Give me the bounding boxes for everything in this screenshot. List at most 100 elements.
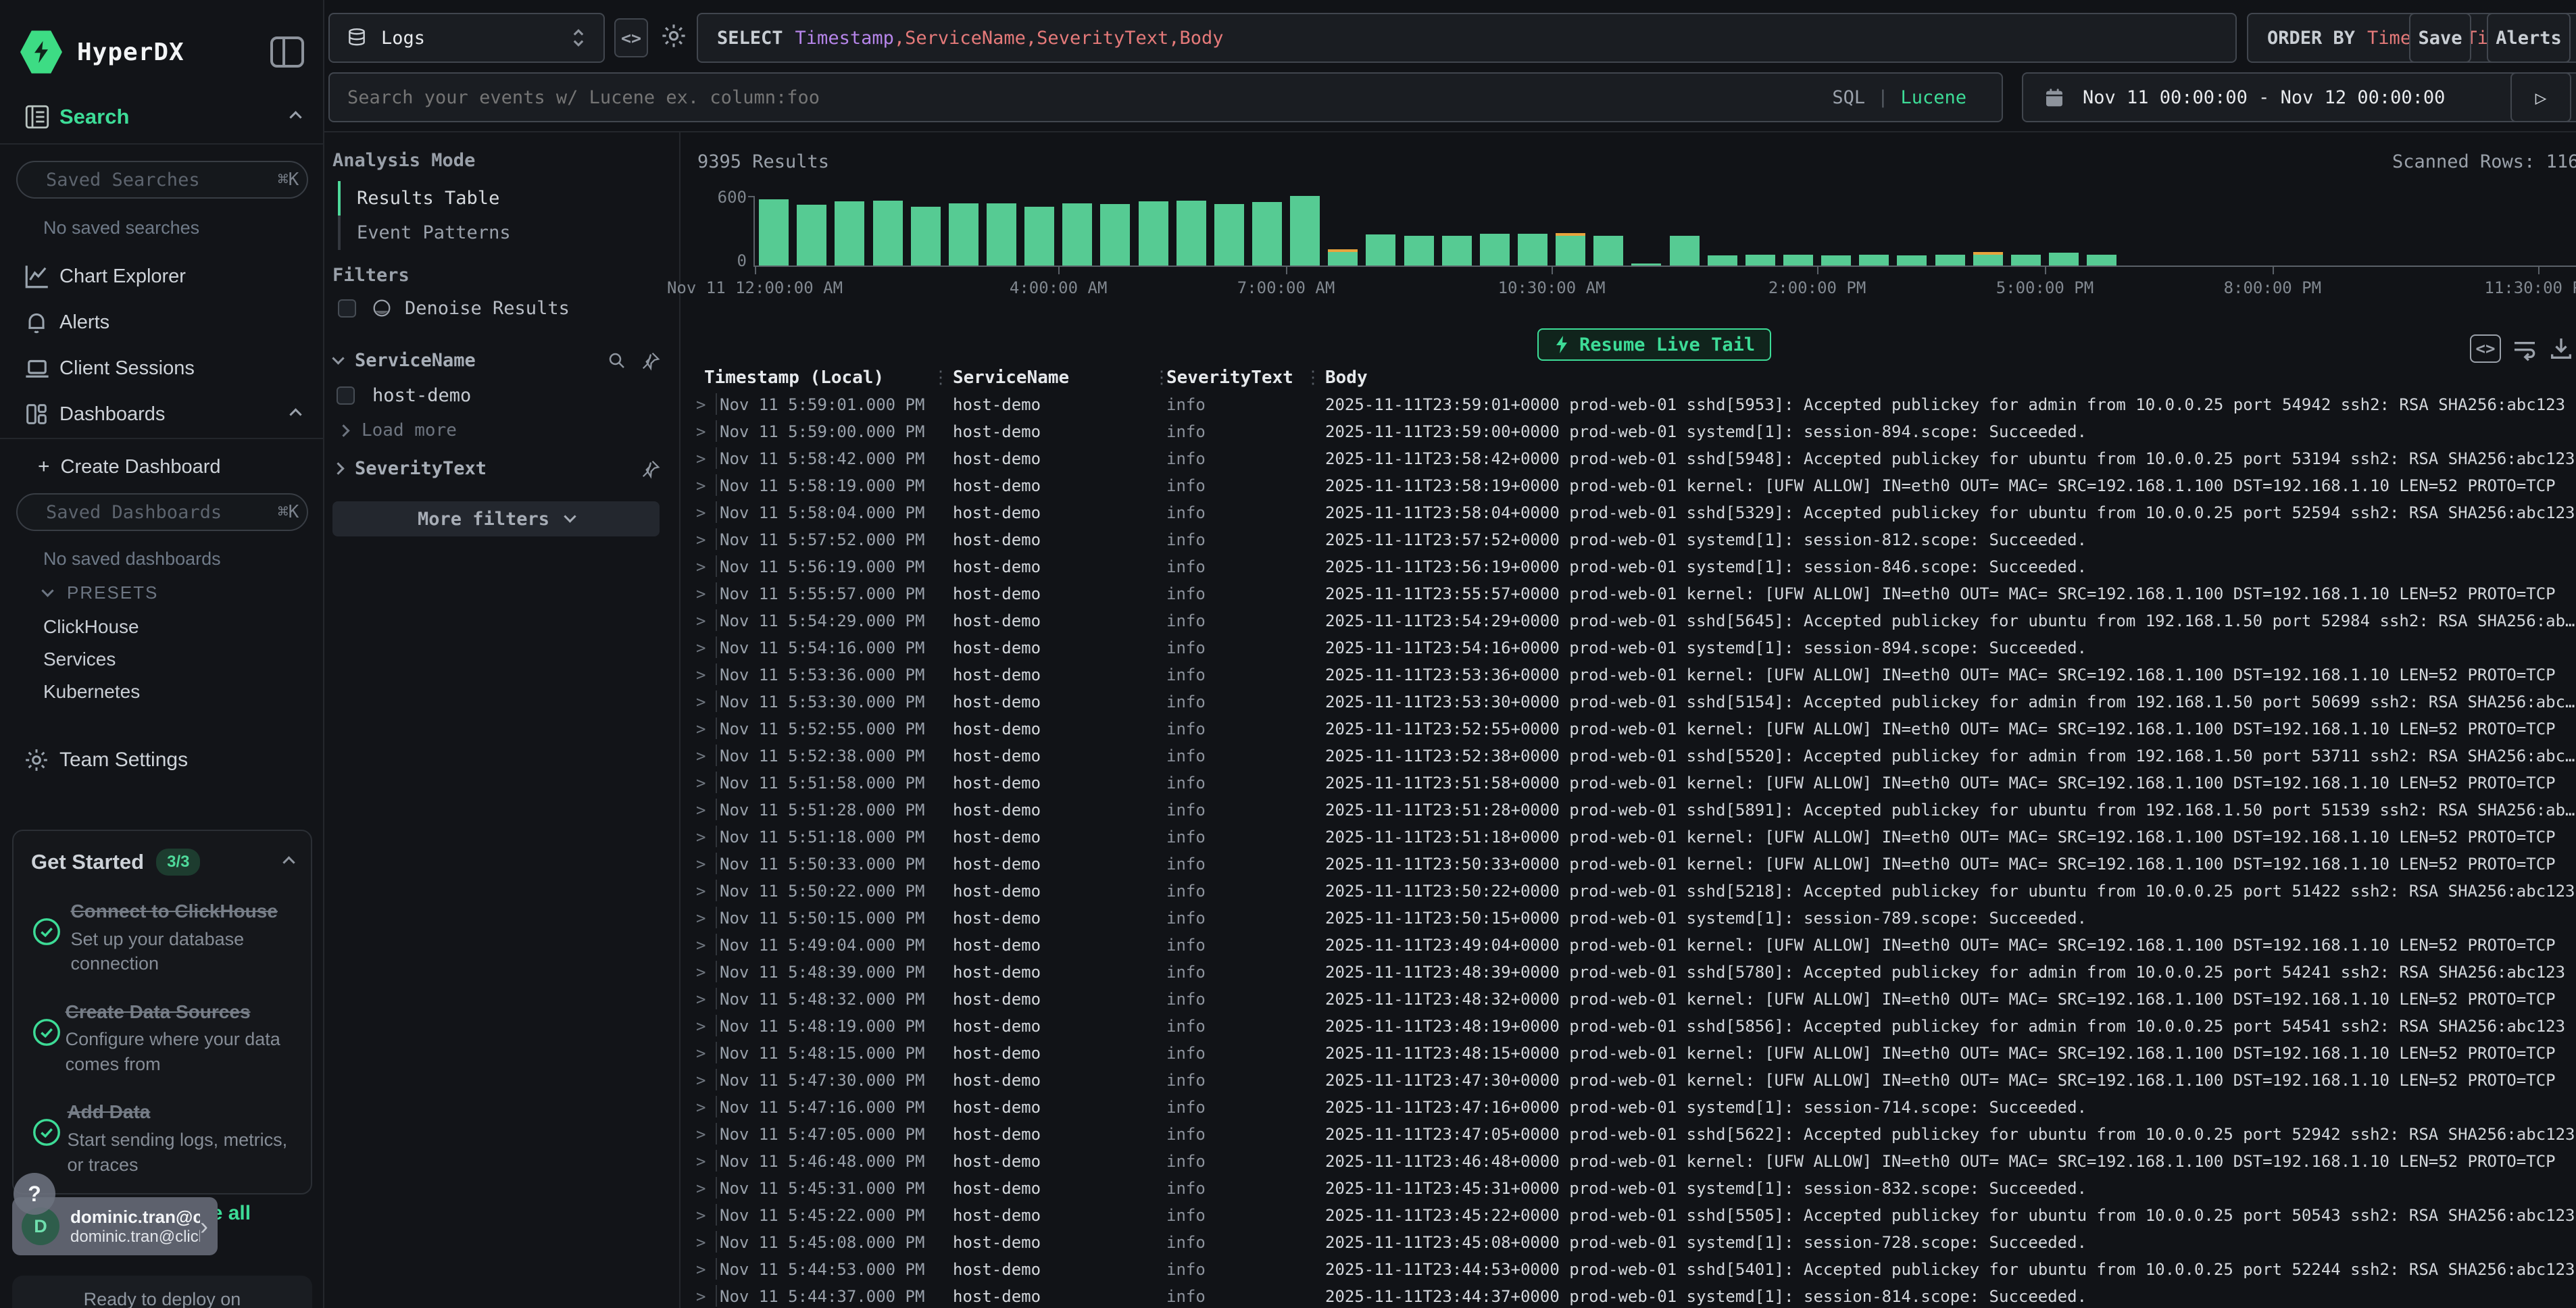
col-timestamp[interactable]: Timestamp (Local): [704, 368, 884, 388]
log-row[interactable]: >Nov 11 5:44:53.000 PMhost-demoinfo2025-…: [680, 1255, 2576, 1282]
histogram-bar[interactable]: [873, 201, 903, 266]
select-clause-input[interactable]: SELECT Timestamp ,ServiceName,SeverityTe…: [697, 13, 2237, 63]
chevron-up-icon[interactable]: [289, 408, 301, 420]
lucene-option[interactable]: Lucene: [1900, 87, 1966, 108]
histogram-bar[interactable]: [797, 205, 826, 266]
log-row[interactable]: >Nov 11 5:58:19.000 PMhost-demoinfo2025-…: [680, 472, 2576, 499]
expand-row-icon[interactable]: >: [696, 720, 705, 738]
log-row[interactable]: >Nov 11 5:44:37.000 PMhost-demoinfo2025-…: [680, 1282, 2576, 1308]
histogram-bar[interactable]: [2049, 253, 2079, 266]
expand-row-icon[interactable]: >: [696, 1125, 705, 1144]
event-search-bar[interactable]: SQL | Lucene: [328, 72, 2003, 122]
chevron-up-icon[interactable]: [289, 111, 301, 123]
col-servicename[interactable]: ServiceName: [953, 368, 1069, 388]
histogram-bar[interactable]: [1670, 236, 1700, 266]
denoise-checkbox[interactable]: [338, 299, 356, 318]
expand-row-icon[interactable]: >: [696, 1233, 705, 1252]
log-row[interactable]: >Nov 11 5:49:04.000 PMhost-demoinfo2025-…: [680, 931, 2576, 958]
histogram-bar[interactable]: [1442, 236, 1472, 266]
log-row[interactable]: >Nov 11 5:47:30.000 PMhost-demoinfo2025-…: [680, 1066, 2576, 1093]
log-row[interactable]: >Nov 11 5:46:48.000 PMhost-demoinfo2025-…: [680, 1147, 2576, 1174]
expand-row-icon[interactable]: >: [696, 747, 705, 765]
expand-row-icon[interactable]: >: [696, 1206, 705, 1225]
expand-row-icon[interactable]: >: [696, 828, 705, 847]
get-started-step[interactable]: Add Data Start sending logs, metrics, or…: [31, 1099, 293, 1177]
expand-row-icon[interactable]: >: [696, 855, 705, 874]
log-row[interactable]: >Nov 11 5:54:29.000 PMhost-demoinfo2025-…: [680, 607, 2576, 634]
log-row[interactable]: >Nov 11 5:59:00.000 PMhost-demoinfo2025-…: [680, 418, 2576, 445]
query-language-toggle[interactable]: SQL | Lucene: [1832, 87, 1984, 108]
histogram-bar[interactable]: [759, 199, 789, 266]
saved-dashboards-input[interactable]: [46, 502, 278, 523]
alerts-button[interactable]: Alerts: [2487, 13, 2571, 63]
expand-row-icon[interactable]: >: [696, 584, 705, 603]
log-row[interactable]: >Nov 11 5:57:52.000 PMhost-demoinfo2025-…: [680, 526, 2576, 553]
log-row[interactable]: >Nov 11 5:48:39.000 PMhost-demoinfo2025-…: [680, 958, 2576, 985]
histogram-bar[interactable]: [1859, 255, 1889, 266]
histogram-bar[interactable]: [949, 203, 979, 266]
denoise-row[interactable]: Denoise Results: [338, 297, 570, 319]
histogram-bar[interactable]: [1062, 203, 1092, 266]
histogram-bar-warning[interactable]: [1556, 233, 1585, 236]
expand-row-icon[interactable]: >: [696, 963, 705, 982]
log-row[interactable]: >Nov 11 5:59:01.000 PMhost-demoinfo2025-…: [680, 391, 2576, 418]
expand-row-icon[interactable]: >: [696, 1098, 705, 1117]
event-search-input[interactable]: [347, 87, 1832, 108]
histogram-bar[interactable]: [911, 207, 941, 266]
histogram-bar[interactable]: [1480, 234, 1510, 266]
histogram-bar[interactable]: [1631, 263, 1661, 266]
expand-row-icon[interactable]: >: [696, 882, 705, 901]
expand-row-icon[interactable]: >: [696, 1152, 705, 1171]
log-row[interactable]: >Nov 11 5:53:30.000 PMhost-demoinfo2025-…: [680, 688, 2576, 715]
preset-clickhouse[interactable]: ClickHouse: [43, 616, 139, 638]
sql-option[interactable]: SQL: [1832, 87, 1865, 108]
saved-searches-search[interactable]: ⌘K: [16, 161, 308, 199]
histogram-bar[interactable]: [1745, 255, 1775, 266]
raw-mode-button[interactable]: <>: [2470, 334, 2501, 363]
pin-icon[interactable]: [641, 351, 661, 371]
log-row[interactable]: >Nov 11 5:48:15.000 PMhost-demoinfo2025-…: [680, 1039, 2576, 1066]
expand-row-icon[interactable]: >: [696, 638, 705, 657]
expand-row-icon[interactable]: >: [696, 1287, 705, 1306]
mode-results-table[interactable]: Results Table: [338, 181, 622, 216]
log-row[interactable]: >Nov 11 5:51:58.000 PMhost-demoinfo2025-…: [680, 769, 2576, 796]
sidebar-collapse-icon[interactable]: [270, 36, 304, 68]
preset-services[interactable]: Services: [43, 649, 116, 670]
expand-row-icon[interactable]: >: [696, 990, 705, 1009]
presets-toggle[interactable]: PRESETS: [43, 582, 158, 603]
saved-dashboards-search[interactable]: ⌘K: [16, 493, 308, 531]
log-row[interactable]: >Nov 11 5:54:16.000 PMhost-demoinfo2025-…: [680, 634, 2576, 661]
log-row[interactable]: >Nov 11 5:56:19.000 PMhost-demoinfo2025-…: [680, 553, 2576, 580]
expand-row-icon[interactable]: >: [696, 665, 705, 684]
histogram-bar[interactable]: [1708, 255, 1737, 266]
expand-row-icon[interactable]: >: [696, 395, 705, 414]
log-row[interactable]: >Nov 11 5:52:38.000 PMhost-demoinfo2025-…: [680, 742, 2576, 769]
histogram-bar[interactable]: [1214, 204, 1244, 266]
histogram-bar[interactable]: [1556, 234, 1585, 266]
expand-row-icon[interactable]: >: [696, 503, 705, 522]
log-row[interactable]: >Nov 11 5:50:22.000 PMhost-demoinfo2025-…: [680, 877, 2576, 904]
more-filters-button[interactable]: More filters: [332, 501, 660, 536]
histogram-bar[interactable]: [1821, 255, 1851, 266]
save-button[interactable]: Save: [2409, 13, 2471, 63]
histogram-bar-warning[interactable]: [1973, 252, 2003, 255]
histogram-bar[interactable]: [2087, 255, 2116, 266]
expand-row-icon[interactable]: >: [696, 530, 705, 549]
filter-group-servicename[interactable]: ServiceName: [334, 350, 672, 371]
wrap-lines-button[interactable]: [2509, 334, 2540, 363]
log-row[interactable]: >Nov 11 5:47:16.000 PMhost-demoinfo2025-…: [680, 1093, 2576, 1120]
histogram-bar[interactable]: [1176, 201, 1206, 266]
histogram-bar[interactable]: [1328, 251, 1358, 266]
expand-row-icon[interactable]: >: [696, 1071, 705, 1090]
histogram-bar[interactable]: [1935, 255, 1965, 266]
log-row[interactable]: >Nov 11 5:55:57.000 PMhost-demoinfo2025-…: [680, 580, 2576, 607]
preset-kubernetes[interactable]: Kubernetes: [43, 681, 140, 703]
get-started-step[interactable]: Create Data Sources Configure where your…: [31, 999, 293, 1077]
log-row[interactable]: >Nov 11 5:48:19.000 PMhost-demoinfo2025-…: [680, 1012, 2576, 1039]
log-row[interactable]: >Nov 11 5:47:05.000 PMhost-demoinfo2025-…: [680, 1120, 2576, 1147]
expand-row-icon[interactable]: >: [696, 1044, 705, 1063]
log-row[interactable]: >Nov 11 5:58:42.000 PMhost-demoinfo2025-…: [680, 445, 2576, 472]
expand-row-icon[interactable]: >: [696, 693, 705, 711]
expand-row-icon[interactable]: >: [696, 1260, 705, 1279]
histogram-bar[interactable]: [835, 201, 864, 266]
